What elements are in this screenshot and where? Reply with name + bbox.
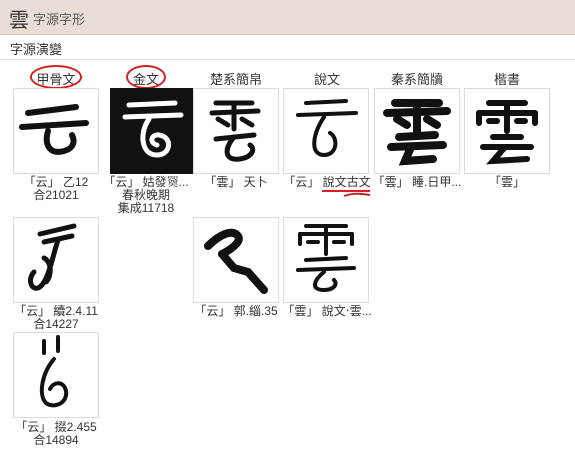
header-title: 字源字形 xyxy=(33,12,86,27)
glyph-tile-oracle-1[interactable] xyxy=(13,88,99,174)
glyph-caption: 「云」 郭.緇.35 xyxy=(194,304,278,318)
glyph-caption: 「云」 姑發𦌚... 春秋晚期 集成11718 xyxy=(103,175,189,215)
annotation-circle-bronze xyxy=(126,65,166,89)
glyph-tile-oracle-3[interactable] xyxy=(13,332,99,418)
glyph-tile-bronze-1[interactable] xyxy=(110,88,196,174)
header-char: 雲 xyxy=(9,8,29,32)
glyph-caption: 「云」 掇2.455 合14894 xyxy=(15,420,97,447)
glyph-caption: 「雲」 天卜 xyxy=(204,175,268,189)
glyph-caption: 「雲」 睡.日甲... xyxy=(372,175,462,189)
glyph-caption: 「云」 乙12 合21021 xyxy=(23,175,89,202)
col-header-qin[interactable]: 秦系簡牘 xyxy=(369,69,465,88)
col-header-shuowen[interactable]: 說文 xyxy=(279,69,375,88)
glyph-tile-chu-1[interactable] xyxy=(193,88,279,174)
glyph-tile-chu-2[interactable] xyxy=(193,217,279,303)
shuowen-guwen-link[interactable]: 說文古文 xyxy=(323,175,371,189)
annotation-circle-oracle xyxy=(30,65,82,89)
glyph-tile-shuowen-2[interactable] xyxy=(283,217,369,303)
col-header-kaishu[interactable]: 楷書 xyxy=(459,69,555,88)
header-bar: 雲 字源字形 xyxy=(0,0,575,35)
section-title: 字源演變 xyxy=(10,42,63,57)
divider xyxy=(0,59,575,60)
annotation-underline xyxy=(322,190,371,197)
glyph-tile-kaishu-1[interactable] xyxy=(464,88,550,174)
glyph-caption: 「雲」 說文‧雲... xyxy=(282,304,372,318)
glyph-tile-oracle-2[interactable] xyxy=(13,217,99,303)
glyph-caption: 「雲」 xyxy=(488,175,525,189)
glyph-tile-qin-1[interactable] xyxy=(374,88,460,174)
col-header-chu[interactable]: 楚系簡帛 xyxy=(188,69,284,88)
glyph-tile-shuowen-1[interactable] xyxy=(283,88,369,174)
glyph-caption: 「云」 說文古文 xyxy=(283,175,371,189)
glyph-caption: 「云」 續2.4.11 合14227 xyxy=(14,304,98,331)
